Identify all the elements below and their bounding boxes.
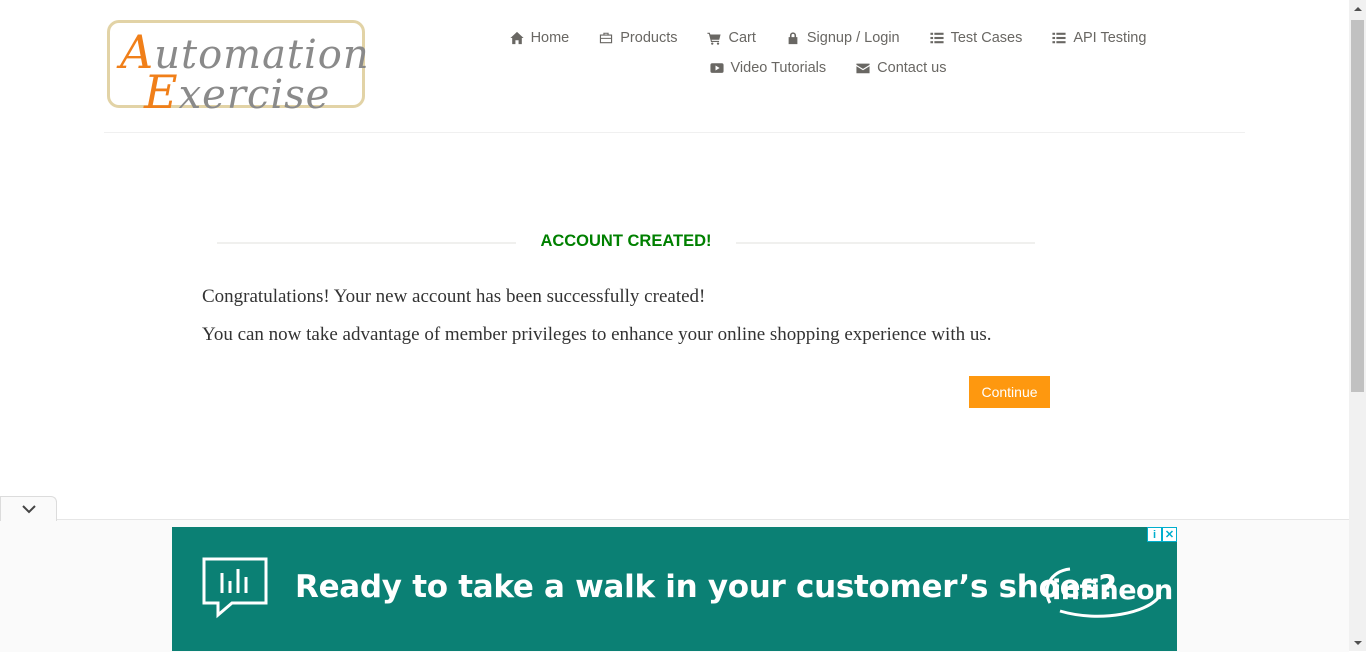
site-logo[interactable]: Automation Exercise xyxy=(107,20,369,119)
nav-contact-us[interactable]: Contact us xyxy=(856,59,946,77)
vertical-scrollbar[interactable] xyxy=(1349,0,1366,651)
nav-row-2: Video Tutorials Contact us xyxy=(498,59,1158,77)
account-created-heading: ACCOUNT CREATED! xyxy=(217,232,1035,252)
ad-close-icon[interactable]: ✕ xyxy=(1162,527,1177,542)
brand-name: infineon xyxy=(1052,575,1173,606)
title-rule-left xyxy=(217,242,516,244)
ad-choices: i ✕ xyxy=(1147,527,1177,542)
logo-text-exercise: xercise xyxy=(178,72,331,118)
triangle-up-icon xyxy=(1353,6,1362,11)
nav-test-cases-label: Test Cases xyxy=(950,30,1023,46)
ad-banner[interactable]: Ready to take a walk in your customer’s … xyxy=(172,527,1177,651)
envelope-icon xyxy=(856,63,870,74)
infineon-logo: infineon xyxy=(1040,565,1173,621)
main-nav: Home Products Cart Signup / Login Test C… xyxy=(498,29,1158,77)
header-divider xyxy=(104,132,1245,133)
nav-cart[interactable]: Cart xyxy=(707,29,756,47)
title-rule-right xyxy=(736,242,1035,244)
continue-button[interactable]: Continue xyxy=(969,376,1050,408)
scrollbar-thumb[interactable] xyxy=(1351,20,1364,392)
ad-headline: Ready to take a walk in your customer’s … xyxy=(295,569,1117,605)
page-title: ACCOUNT CREATED! xyxy=(540,232,712,250)
nav-signup-login[interactable]: Signup / Login xyxy=(786,29,900,47)
scroll-down-arrow[interactable] xyxy=(1349,634,1366,651)
nav-home[interactable]: Home xyxy=(510,29,570,47)
chevron-down-icon xyxy=(21,505,36,514)
chart-chat-icon xyxy=(202,557,268,619)
lock-icon xyxy=(788,32,798,45)
congratulations-message: Congratulations! Your new account has be… xyxy=(202,286,706,307)
home-icon xyxy=(510,31,524,45)
nav-test-cases[interactable]: Test Cases xyxy=(930,29,1023,47)
nav-contact-us-label: Contact us xyxy=(877,60,947,76)
youtube-icon xyxy=(709,63,724,73)
ad-collapse-toggle[interactable] xyxy=(0,496,57,521)
nav-video-tutorials-label: Video Tutorials xyxy=(730,60,827,76)
logo-line-2: Exercise xyxy=(144,65,330,119)
triangle-down-icon xyxy=(1353,640,1362,645)
logo-initial-e: E xyxy=(144,65,179,119)
nav-products-label: Products xyxy=(620,30,678,46)
list-icon xyxy=(930,32,944,44)
cart-icon xyxy=(707,32,722,45)
nav-home-label: Home xyxy=(530,30,570,46)
products-icon xyxy=(600,32,613,44)
nav-products[interactable]: Products xyxy=(599,29,677,47)
nav-signup-login-label: Signup / Login xyxy=(806,30,900,46)
nav-video-tutorials[interactable]: Video Tutorials xyxy=(709,59,827,77)
nav-row-1: Home Products Cart Signup / Login Test C… xyxy=(498,29,1158,47)
nav-cart-label: Cart xyxy=(728,30,756,46)
privileges-message: You can now take advantage of member pri… xyxy=(202,324,992,345)
ad-info-icon[interactable]: i xyxy=(1147,527,1162,542)
list-icon xyxy=(1052,32,1066,44)
nav-api-testing-label: API Testing xyxy=(1073,30,1147,46)
scroll-up-arrow[interactable] xyxy=(1349,0,1366,17)
nav-api-testing[interactable]: API Testing xyxy=(1052,29,1146,47)
